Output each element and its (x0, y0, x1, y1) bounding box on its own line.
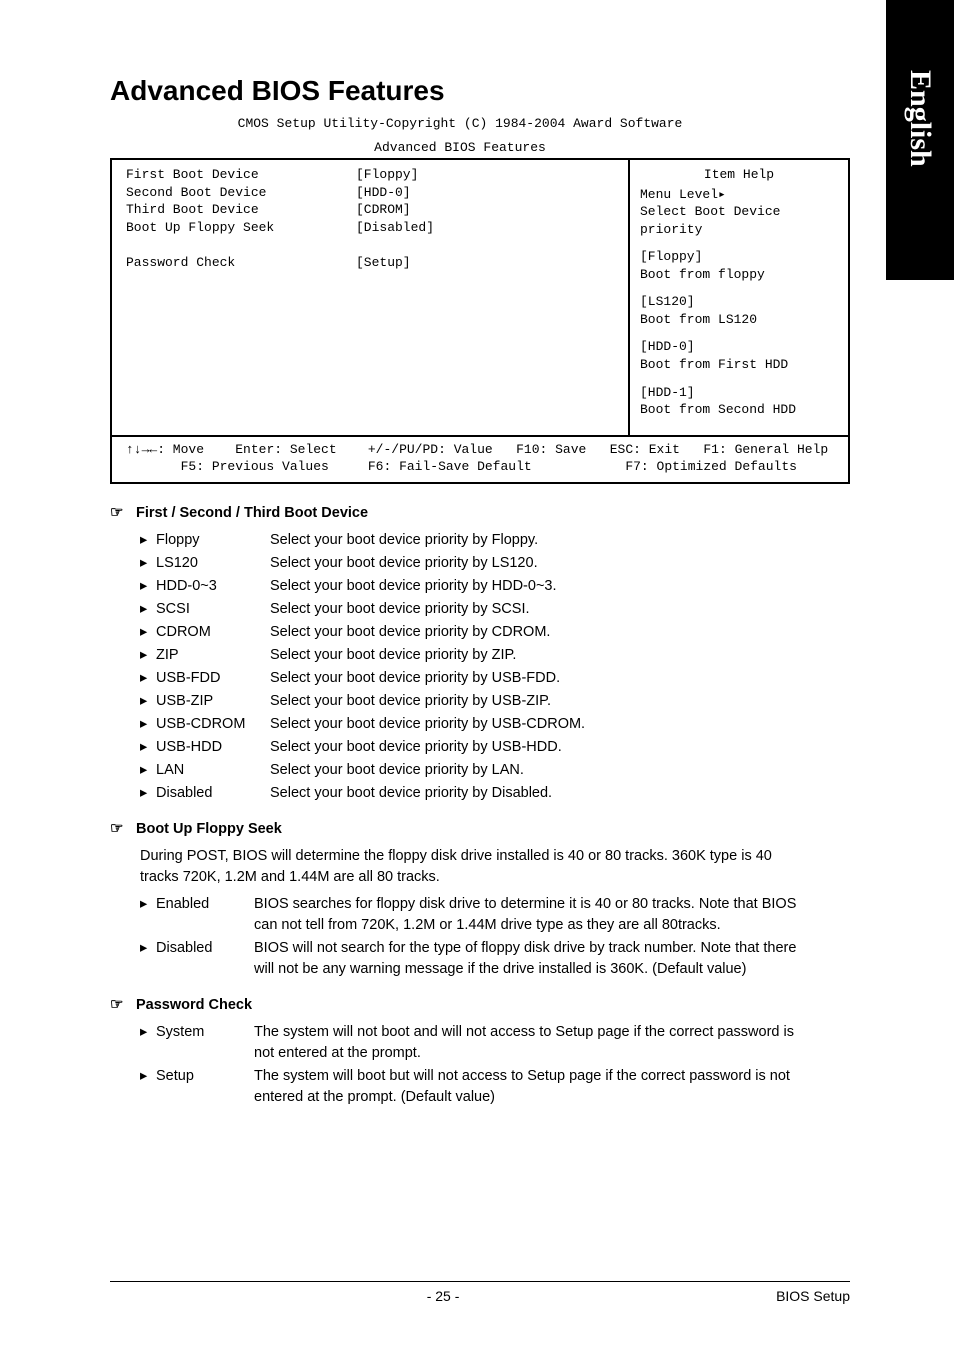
section-floppy-seek: ☞ Boot Up Floppy Seek During POST, BIOS … (110, 818, 810, 980)
option-name: USB-FDD (156, 668, 270, 689)
bullet-icon: ▸ (140, 783, 156, 804)
option-row: ▸SystemThe system will not boot and will… (140, 1022, 810, 1064)
menu-level: Menu Level▸ (640, 186, 838, 204)
option-description: BIOS will not search for the type of flo… (254, 938, 810, 980)
bullet-icon: ▸ (140, 553, 156, 574)
option-name: USB-ZIP (156, 691, 270, 712)
bullet-icon: ▸ (140, 1022, 156, 1043)
setting-row: Third Boot Device[CDROM] (126, 201, 618, 219)
option-description: Select your boot device priority by CDRO… (270, 622, 810, 643)
option-row: ▸CDROMSelect your boot device priority b… (140, 622, 810, 643)
section-intro: During POST, BIOS will determine the flo… (110, 846, 810, 888)
option-name: LS120 (156, 553, 270, 574)
option-description: Select your boot device priority by Flop… (270, 530, 810, 551)
option-row: ▸SCSISelect your boot device priority by… (140, 599, 810, 620)
help-item: [HDD-0]Boot from First HDD (640, 338, 838, 373)
bullet-icon: ▸ (140, 894, 156, 915)
setting-row: Second Boot Device[HDD-0] (126, 184, 618, 202)
option-row: ▸EnabledBIOS searches for floppy disk dr… (140, 894, 810, 936)
option-row: ▸LS120Select your boot device priority b… (140, 553, 810, 574)
bullet-icon: ▸ (140, 668, 156, 689)
bullet-icon: ▸ (140, 599, 156, 620)
option-description: Select your boot device priority by HDD-… (270, 576, 810, 597)
option-name: SCSI (156, 599, 270, 620)
option-description: Select your boot device priority by LS12… (270, 553, 810, 574)
option-description: BIOS searches for floppy disk drive to d… (254, 894, 810, 936)
page-footer: - 25 - BIOS Setup (110, 1281, 850, 1304)
option-row: ▸USB-CDROMSelect your boot device priori… (140, 714, 810, 735)
option-name: USB-HDD (156, 737, 270, 758)
option-name: HDD-0~3 (156, 576, 270, 597)
section-boot-device: ☞ First / Second / Third Boot Device ▸Fl… (110, 502, 810, 804)
option-row: ▸USB-ZIPSelect your boot device priority… (140, 691, 810, 712)
option-name: Setup (156, 1066, 254, 1087)
option-description: Select your boot device priority by USB-… (270, 691, 810, 712)
language-tab: English (886, 0, 954, 280)
bullet-icon: ▸ (140, 622, 156, 643)
section-title: Password Check (136, 995, 252, 1016)
section-pointer-icon: ☞ (110, 502, 136, 524)
help-description: Select Boot Device priority (640, 203, 838, 238)
option-row: ▸LANSelect your boot device priority by … (140, 760, 810, 781)
footer-label: BIOS Setup (776, 1288, 850, 1304)
help-title: Item Help (640, 166, 838, 184)
bullet-icon: ▸ (140, 530, 156, 551)
option-name: USB-CDROM (156, 714, 270, 735)
option-row: ▸HDD-0~3Select your boot device priority… (140, 576, 810, 597)
option-name: System (156, 1022, 254, 1043)
help-item: [HDD-1]Boot from Second HDD (640, 384, 838, 419)
option-description: The system will not boot and will not ac… (254, 1022, 810, 1064)
option-description: Select your boot device priority by USB-… (270, 714, 810, 735)
option-name: Disabled (156, 783, 270, 804)
option-row: ▸USB-FDDSelect your boot device priority… (140, 668, 810, 689)
setting-row: First Boot Device[Floppy] (126, 166, 618, 184)
option-row: ▸FloppySelect your boot device priority … (140, 530, 810, 551)
bios-subtitle: Advanced BIOS Features (110, 139, 810, 157)
option-row: ▸DisabledBIOS will not search for the ty… (140, 938, 810, 980)
option-description: Select your boot device priority by SCSI… (270, 599, 810, 620)
option-description: Select your boot device priority by ZIP. (270, 645, 810, 666)
option-row: ▸DisabledSelect your boot device priorit… (140, 783, 810, 804)
bios-copyright: CMOS Setup Utility-Copyright (C) 1984-20… (110, 115, 810, 133)
option-description: Select your boot device priority by USB-… (270, 668, 810, 689)
section-title: First / Second / Third Boot Device (136, 503, 368, 524)
bios-settings-panel: First Boot Device[Floppy] Second Boot De… (112, 160, 628, 435)
bullet-icon: ▸ (140, 737, 156, 758)
bullet-icon: ▸ (140, 691, 156, 712)
option-row: ▸ZIPSelect your boot device priority by … (140, 645, 810, 666)
section-title: Boot Up Floppy Seek (136, 819, 282, 840)
bullet-icon: ▸ (140, 645, 156, 666)
section-pointer-icon: ☞ (110, 818, 136, 840)
setting-row: Password Check[Setup] (126, 254, 618, 272)
bullet-icon: ▸ (140, 938, 156, 959)
help-item: [LS120]Boot from LS120 (640, 293, 838, 328)
option-name: Disabled (156, 938, 254, 959)
setting-row: Boot Up Floppy Seek[Disabled] (126, 219, 618, 237)
option-name: CDROM (156, 622, 270, 643)
page-number: - 25 - (110, 1288, 776, 1304)
option-name: LAN (156, 760, 270, 781)
bullet-icon: ▸ (140, 1066, 156, 1087)
bios-window: First Boot Device[Floppy] Second Boot De… (110, 158, 850, 484)
section-pointer-icon: ☞ (110, 994, 136, 1016)
option-name: Floppy (156, 530, 270, 551)
option-name: ZIP (156, 645, 270, 666)
option-name: Enabled (156, 894, 254, 915)
bullet-icon: ▸ (140, 760, 156, 781)
bullet-icon: ▸ (140, 714, 156, 735)
option-description: Select your boot device priority by Disa… (270, 783, 810, 804)
section-password-check: ☞ Password Check ▸SystemThe system will … (110, 994, 810, 1108)
bios-help-panel: Item Help Menu Level▸ Select Boot Device… (628, 160, 848, 435)
page-title: Advanced BIOS Features (110, 75, 810, 107)
option-description: Select your boot device priority by USB-… (270, 737, 810, 758)
option-row: ▸USB-HDDSelect your boot device priority… (140, 737, 810, 758)
option-description: Select your boot device priority by LAN. (270, 760, 810, 781)
option-description: The system will boot but will not access… (254, 1066, 810, 1108)
bullet-icon: ▸ (140, 576, 156, 597)
bios-key-hints: ↑↓→←: Move Enter: Select +/-/PU/PD: Valu… (112, 435, 848, 482)
option-row: ▸SetupThe system will boot but will not … (140, 1066, 810, 1108)
help-item: [Floppy]Boot from floppy (640, 248, 838, 283)
language-tab-text: English (903, 70, 937, 167)
